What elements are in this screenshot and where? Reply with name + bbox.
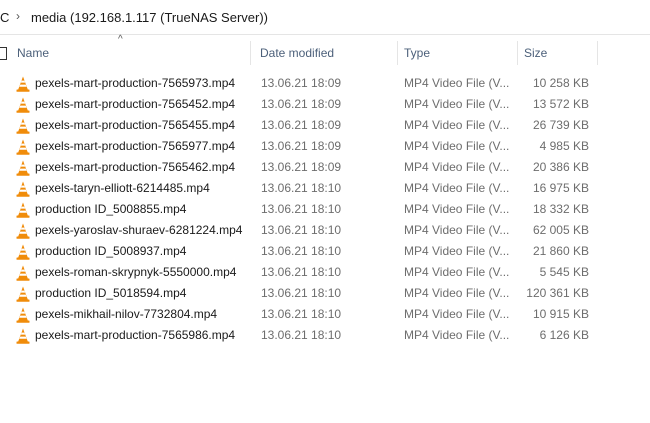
file-date-modified: 13.06.21 18:10	[261, 244, 342, 258]
file-row[interactable]: pexels-mart-production-7565462.mp4 13.06.…	[0, 156, 650, 177]
file-size: 18 332 KB	[532, 202, 589, 216]
file-name: pexels-yaroslav-shuraev-6281224.mp4	[35, 223, 243, 237]
vlc-cone-icon	[16, 76, 30, 92]
file-type: MP4 Video File (V...	[404, 139, 510, 153]
file-name: pexels-roman-skrypnyk-5550000.mp4	[35, 265, 237, 279]
vlc-cone-icon	[16, 139, 30, 155]
chevron-right-icon[interactable]: ›	[16, 9, 20, 23]
sort-ascending-icon: ^	[118, 34, 123, 45]
file-type: MP4 Video File (V...	[404, 307, 510, 321]
file-name: pexels-mart-production-7565462.mp4	[35, 160, 236, 174]
file-list: pexels-mart-production-7565973.mp4 13.06.…	[0, 72, 650, 345]
file-date-modified: 13.06.21 18:10	[261, 328, 342, 342]
column-divider[interactable]	[250, 41, 251, 65]
column-header-name[interactable]: Name	[17, 46, 49, 60]
file-row[interactable]: pexels-taryn-elliott-6214485.mp4 13.06.21…	[0, 177, 650, 198]
vlc-cone-icon	[16, 202, 30, 218]
file-type: MP4 Video File (V...	[404, 202, 510, 216]
file-size: 16 975 KB	[532, 181, 589, 195]
file-name: production ID_5018594.mp4	[35, 286, 187, 300]
file-name: pexels-mikhail-nilov-7732804.mp4	[35, 307, 218, 321]
vlc-cone-icon	[16, 160, 30, 176]
vlc-cone-icon	[16, 223, 30, 239]
breadcrumb-item-prev[interactable]: C	[0, 10, 9, 25]
file-type: MP4 Video File (V...	[404, 265, 510, 279]
column-header-type[interactable]: Type	[404, 46, 430, 60]
file-size: 62 005 KB	[532, 223, 589, 237]
file-date-modified: 13.06.21 18:10	[261, 286, 342, 300]
file-type: MP4 Video File (V...	[404, 76, 510, 90]
file-type: MP4 Video File (V...	[404, 118, 510, 132]
file-name: pexels-taryn-elliott-6214485.mp4	[35, 181, 210, 195]
file-row[interactable]: pexels-mart-production-7565455.mp4 13.06.…	[0, 114, 650, 135]
file-name: production ID_5008855.mp4	[35, 202, 187, 216]
file-row[interactable]: pexels-mart-production-7565986.mp4 13.06.…	[0, 324, 650, 345]
select-all-checkbox[interactable]	[0, 47, 7, 60]
file-row[interactable]: pexels-mart-production-7565977.mp4 13.06.…	[0, 135, 650, 156]
file-row[interactable]: pexels-mikhail-nilov-7732804.mp4 13.06.21…	[0, 303, 650, 324]
file-date-modified: 13.06.21 18:09	[261, 160, 342, 174]
file-date-modified: 13.06.21 18:10	[261, 181, 342, 195]
file-type: MP4 Video File (V...	[404, 181, 510, 195]
file-size: 6 126 KB	[539, 328, 589, 342]
file-name: pexels-mart-production-7565977.mp4	[35, 139, 236, 153]
vlc-cone-icon	[16, 244, 30, 260]
file-type: MP4 Video File (V...	[404, 286, 510, 300]
file-type: MP4 Video File (V...	[404, 223, 510, 237]
file-size: 120 361 KB	[526, 286, 589, 300]
vlc-cone-icon	[16, 307, 30, 323]
file-type: MP4 Video File (V...	[404, 244, 510, 258]
column-divider[interactable]	[517, 41, 518, 65]
file-row[interactable]: production ID_5008855.mp4 13.06.21 18:10 M…	[0, 198, 650, 219]
file-size: 26 739 KB	[532, 118, 589, 132]
file-row[interactable]: pexels-roman-skrypnyk-5550000.mp4 13.06.2…	[0, 261, 650, 282]
column-divider[interactable]	[597, 41, 598, 65]
vlc-cone-icon	[16, 265, 30, 281]
file-size: 10 915 KB	[532, 307, 589, 321]
column-header-size[interactable]: Size	[524, 46, 547, 60]
file-date-modified: 13.06.21 18:10	[261, 223, 342, 237]
file-date-modified: 13.06.21 18:10	[261, 307, 342, 321]
file-date-modified: 13.06.21 18:09	[261, 97, 342, 111]
file-row[interactable]: pexels-mart-production-7565973.mp4 13.06.…	[0, 72, 650, 93]
vlc-cone-icon	[16, 286, 30, 302]
file-name: pexels-mart-production-7565973.mp4	[35, 76, 236, 90]
file-size: 20 386 KB	[532, 160, 589, 174]
file-size: 21 860 KB	[532, 244, 589, 258]
file-name: production ID_5008937.mp4	[35, 244, 187, 258]
file-name: pexels-mart-production-7565986.mp4	[35, 328, 236, 342]
breadcrumb-item-current[interactable]: media (192.168.1.117 (TrueNAS Server))	[31, 10, 268, 25]
file-date-modified: 13.06.21 18:10	[261, 265, 342, 279]
file-type: MP4 Video File (V...	[404, 328, 510, 342]
file-row[interactable]: production ID_5008937.mp4 13.06.21 18:10 M…	[0, 240, 650, 261]
file-type: MP4 Video File (V...	[404, 160, 510, 174]
vlc-cone-icon	[16, 181, 30, 197]
vlc-cone-icon	[16, 118, 30, 134]
file-date-modified: 13.06.21 18:10	[261, 202, 342, 216]
file-date-modified: 13.06.21 18:09	[261, 118, 342, 132]
file-size: 5 545 KB	[539, 265, 589, 279]
file-date-modified: 13.06.21 18:09	[261, 76, 342, 90]
file-row[interactable]: pexels-mart-production-7565452.mp4 13.06.…	[0, 93, 650, 114]
file-size: 4 985 KB	[539, 139, 589, 153]
file-size: 10 258 KB	[532, 76, 589, 90]
file-name: pexels-mart-production-7565452.mp4	[35, 97, 236, 111]
file-date-modified: 13.06.21 18:09	[261, 139, 342, 153]
column-header-date-modified[interactable]: Date modified	[260, 46, 334, 60]
vlc-cone-icon	[16, 328, 30, 344]
file-row[interactable]: production ID_5018594.mp4 13.06.21 18:10 M…	[0, 282, 650, 303]
file-row[interactable]: pexels-yaroslav-shuraev-6281224.mp4 13.06…	[0, 219, 650, 240]
file-size: 13 572 KB	[532, 97, 589, 111]
column-header-row: ^ Name Date modified Type Size	[0, 34, 650, 70]
column-divider[interactable]	[397, 41, 398, 65]
vlc-cone-icon	[16, 97, 30, 113]
address-breadcrumb[interactable]: C › media (192.168.1.117 (TrueNAS Server…	[0, 0, 650, 35]
file-type: MP4 Video File (V...	[404, 97, 510, 111]
file-name: pexels-mart-production-7565455.mp4	[35, 118, 236, 132]
